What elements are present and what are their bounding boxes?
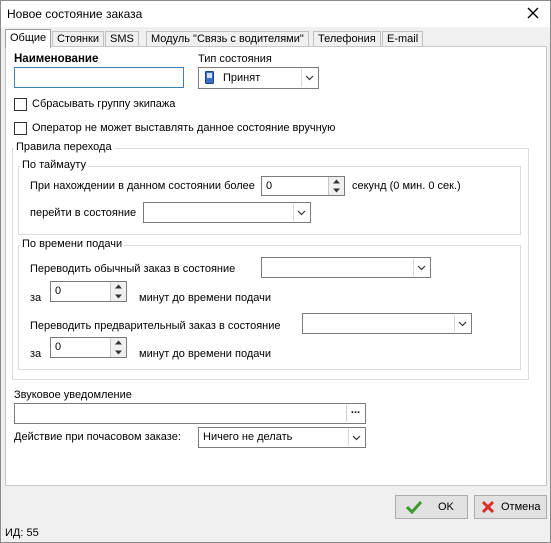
- decrement-icon[interactable]: [329, 186, 344, 195]
- operator-cannot-set-checkbox[interactable]: [14, 122, 27, 135]
- tab-general-label: Общие: [10, 32, 47, 44]
- chevron-down-icon: [454, 315, 470, 332]
- browse-button[interactable]: ...: [346, 405, 364, 422]
- ok-button[interactable]: OK: [395, 495, 468, 519]
- sound-file-input[interactable]: ...: [14, 403, 366, 424]
- prior-minutes-suffix: минут до времени подачи: [139, 348, 272, 360]
- while-in-state-label: При нахождении в данном состоянии более: [30, 180, 255, 192]
- pickup-time-title: По времени подачи: [20, 238, 125, 250]
- tab-driver-module[interactable]: Модуль "Связь с водителями": [146, 31, 309, 47]
- prior-minutes-stepper[interactable]: 0: [50, 337, 127, 358]
- prior-order-state-select[interactable]: [302, 313, 472, 334]
- checkmark-icon: [406, 500, 422, 514]
- sound-label: Звуковое уведомление: [14, 389, 132, 401]
- regular-minutes-value: 0: [55, 285, 62, 297]
- window-title: Новое состояние заказа: [7, 7, 143, 21]
- decrement-icon[interactable]: [111, 347, 126, 357]
- status-bar: ИД: 55: [1, 524, 550, 542]
- regular-minutes-prefix: за: [30, 292, 42, 304]
- prior-minutes-stepper-buttons: [110, 338, 126, 357]
- chevron-down-icon: [301, 69, 317, 87]
- state-type-label: Тип состояния: [198, 53, 272, 65]
- seconds-value: 0: [266, 180, 273, 192]
- goto-state-label: перейти в состояние: [30, 207, 137, 219]
- state-type-value: Принят: [223, 72, 261, 84]
- phone-icon: [205, 71, 214, 87]
- dialog-window: Новое состояние заказа Общие Стоянки SMS…: [0, 0, 551, 543]
- close-button[interactable]: [524, 4, 542, 22]
- cancel-button[interactable]: Отмена: [474, 495, 547, 519]
- hourly-action-value: Ничего не делать: [203, 431, 293, 443]
- cancel-x-icon: [481, 500, 495, 514]
- prior-order-label: Переводить предварительный заказ в состо…: [30, 320, 281, 332]
- regular-order-state-select[interactable]: [261, 257, 431, 278]
- name-input[interactable]: [14, 67, 184, 88]
- reset-crew-group-label: Сбрасывать группу экипажа: [32, 98, 176, 110]
- tab-panel-general: Наименование Тип состояния Принят Сбрасы…: [5, 46, 547, 486]
- decrement-icon[interactable]: [111, 291, 126, 301]
- ok-label: OK: [438, 501, 454, 513]
- hourly-action-select[interactable]: Ничего не делать: [198, 427, 366, 448]
- tab-sms[interactable]: SMS: [105, 31, 139, 47]
- reset-crew-group-checkbox[interactable]: [14, 98, 27, 111]
- state-type-select[interactable]: Принят: [198, 67, 319, 89]
- prior-minutes-prefix: за: [30, 348, 42, 360]
- tab-parking-label: Стоянки: [57, 33, 99, 45]
- tab-email[interactable]: E-mail: [382, 31, 424, 47]
- timeout-title: По таймауту: [20, 159, 88, 171]
- regular-order-label: Переводить обычный заказ в состояние: [30, 263, 236, 275]
- seconds-stepper-buttons: [328, 177, 344, 195]
- goto-state-select[interactable]: [143, 202, 311, 223]
- tab-general[interactable]: Общие: [5, 29, 52, 48]
- operator-cannot-set-label: Оператор не может выставлять данное сост…: [32, 122, 336, 134]
- close-icon: [527, 7, 539, 19]
- tab-sms-label: SMS: [110, 33, 134, 45]
- chevron-down-icon: [293, 204, 309, 221]
- regular-minutes-suffix: минут до времени подачи: [139, 292, 272, 304]
- tab-telephony-label: Телефония: [318, 33, 376, 45]
- name-label: Наименование: [14, 53, 99, 65]
- chevron-down-icon: [413, 259, 429, 276]
- prior-minutes-value: 0: [55, 341, 62, 353]
- chevron-down-icon: [348, 429, 364, 446]
- tab-email-label: E-mail: [387, 33, 419, 45]
- tab-telephony[interactable]: Телефония: [313, 31, 381, 47]
- cancel-label: Отмена: [501, 501, 541, 513]
- record-id: ИД: 55: [5, 527, 39, 539]
- regular-minutes-stepper[interactable]: 0: [50, 281, 127, 302]
- title-bar: Новое состояние заказа: [1, 1, 550, 27]
- seconds-stepper[interactable]: 0: [261, 176, 345, 196]
- tab-parking[interactable]: Стоянки: [52, 31, 104, 47]
- regular-minutes-stepper-buttons: [110, 282, 126, 301]
- seconds-suffix: секунд (0 мин. 0 сек.): [352, 180, 461, 192]
- hourly-label: Действие при почасовом заказе:: [14, 431, 181, 443]
- transition-rules-title: Правила перехода: [14, 141, 114, 153]
- tab-driver-module-label: Модуль "Связь с водителями": [151, 33, 304, 45]
